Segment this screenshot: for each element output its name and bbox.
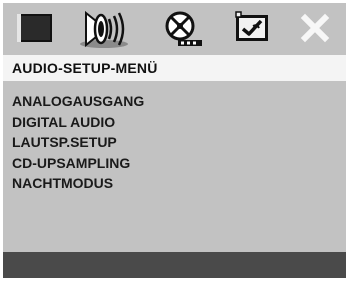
menu-item-cd-upsampling[interactable]: CD-UPSAMPLING [12, 153, 144, 174]
menu-item-digital-audio[interactable]: DIGITAL AUDIO [12, 112, 144, 133]
audio-setup-icon [76, 7, 132, 49]
osd-setup-screen: AUDIO-SETUP-MENÜ ANALOGAUSGANG DIGITAL A… [3, 3, 346, 278]
audio-setup-menu-list: ANALOGAUSGANG DIGITAL AUDIO LAUTSP.SETUP… [12, 91, 144, 194]
video-setup-icon [158, 8, 208, 48]
tab-audio-setup[interactable] [75, 7, 133, 49]
preference-setup-icon [233, 10, 273, 46]
menu-title: AUDIO-SETUP-MENÜ [12, 60, 158, 76]
menu-item-analogausgang[interactable]: ANALOGAUSGANG [12, 91, 144, 112]
menu-item-lautsp-setup[interactable]: LAUTSP.SETUP [12, 132, 144, 153]
tab-preference-setup[interactable] [227, 7, 279, 49]
setup-tab-bar [3, 3, 346, 53]
menu-title-bar: AUDIO-SETUP-MENÜ [3, 55, 346, 81]
tab-general-setup[interactable] [9, 7, 61, 49]
tab-close[interactable] [288, 7, 342, 49]
menu-item-nachtmodus[interactable]: NACHTMODUS [12, 173, 144, 194]
general-setup-icon [15, 11, 55, 45]
close-icon [300, 13, 330, 43]
tab-video-setup[interactable] [153, 7, 213, 49]
status-bar [3, 252, 346, 278]
